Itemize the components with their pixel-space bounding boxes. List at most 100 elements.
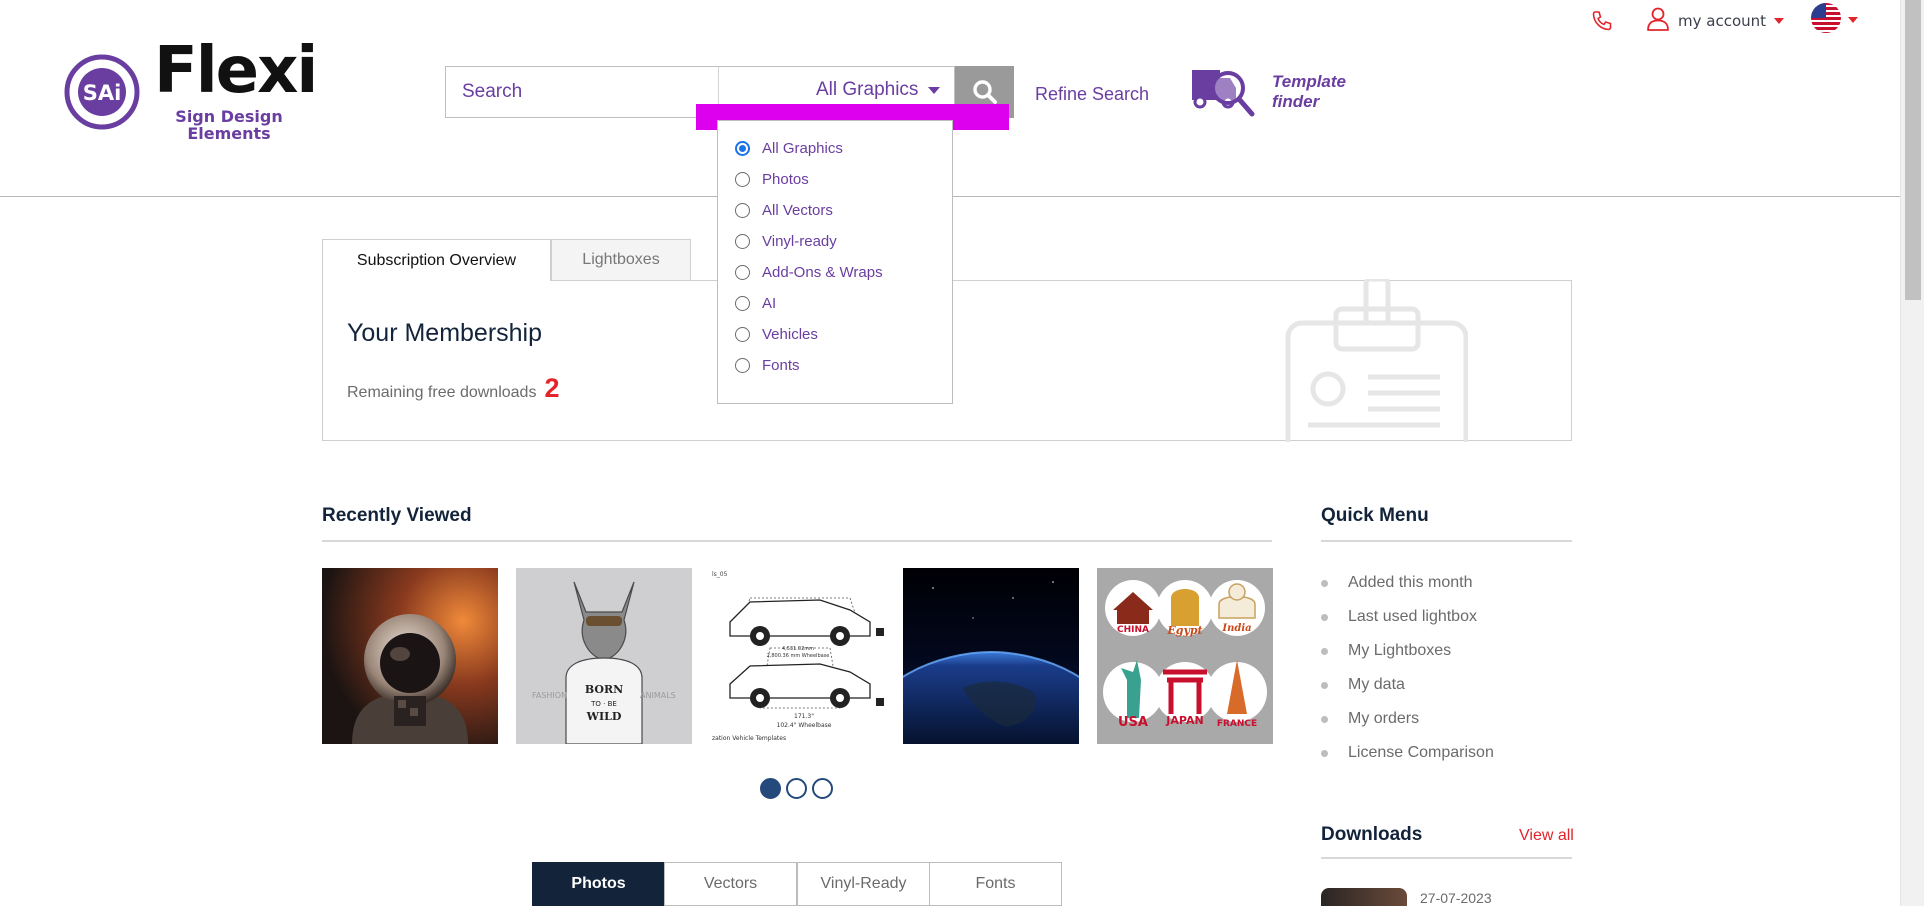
search-input[interactable] <box>462 67 712 117</box>
category-option-all-vectors[interactable]: All Vectors <box>718 195 952 226</box>
chevron-down-icon <box>1848 17 1858 23</box>
quick-menu-list: Added this month Last used lightbox My L… <box>1321 566 1494 770</box>
svg-text:India: India <box>1221 623 1251 634</box>
tab-fonts[interactable]: Fonts <box>929 862 1062 906</box>
svg-text:TO · BE: TO · BE <box>590 700 617 708</box>
svg-text:BORN: BORN <box>585 683 623 696</box>
svg-text:zation Vehicle Templates: zation Vehicle Templates <box>712 735 786 742</box>
downloads-title: Downloads <box>1321 824 1423 845</box>
phone-icon[interactable] <box>1590 8 1616 34</box>
radio[interactable] <box>735 265 750 280</box>
category-option-all-graphics[interactable]: All Graphics <box>718 133 952 164</box>
radio[interactable] <box>735 234 750 249</box>
radio-selected[interactable] <box>735 141 750 156</box>
download-thumbnail[interactable] <box>1321 888 1407 906</box>
carousel-pagination <box>760 778 833 799</box>
my-account-menu[interactable]: my account <box>1646 6 1785 36</box>
remaining-downloads-count: 2 <box>544 373 560 403</box>
category-option-ai[interactable]: AI <box>718 288 952 319</box>
radio[interactable] <box>735 327 750 342</box>
carousel-dot-1[interactable] <box>760 778 781 799</box>
svg-text:ls_05: ls_05 <box>712 571 728 578</box>
quick-menu-item[interactable]: My data <box>1321 668 1494 702</box>
radio[interactable] <box>735 296 750 311</box>
category-select-value: All Graphics <box>816 79 919 100</box>
chevron-down-icon <box>1774 18 1785 24</box>
svg-text:WILD: WILD <box>586 710 622 723</box>
quick-menu-item[interactable]: My orders <box>1321 702 1494 736</box>
membership-title: Your Membership <box>347 319 543 347</box>
svg-text:102.4" Wheelbase: 102.4" Wheelbase <box>777 722 832 729</box>
svg-text:2,800.36 mm Wheelbase: 2,800.36 mm Wheelbase <box>767 653 830 659</box>
category-option-add-ons-wraps[interactable]: Add-Ons & Wraps <box>718 257 952 288</box>
carousel-dot-2[interactable] <box>786 778 807 799</box>
logo-subtitle: Sign Design Elements <box>175 107 283 143</box>
thumbnail-wolf[interactable]: BORN TO · BE WILD FASHION ANIMALS <box>516 568 692 744</box>
bullet-icon <box>1321 579 1328 587</box>
tab-vectors[interactable]: Vectors <box>664 862 797 906</box>
downloads-view-all-link[interactable]: View all <box>1519 827 1574 845</box>
bullet-icon <box>1321 749 1328 757</box>
tab-subscription-overview[interactable]: Subscription Overview <box>322 239 551 281</box>
bullet-icon <box>1321 613 1328 621</box>
svg-text:FRANCE: FRANCE <box>1217 719 1257 729</box>
chevron-down-icon <box>928 86 941 94</box>
language-selector[interactable] <box>1810 2 1858 38</box>
category-option-vinyl-ready[interactable]: Vinyl-ready <box>718 226 952 257</box>
bullet-icon <box>1321 715 1328 723</box>
recently-viewed-title: Recently Viewed <box>322 505 472 526</box>
bullet-icon <box>1321 681 1328 689</box>
svg-text:Egypt: Egypt <box>1166 624 1202 637</box>
category-option-fonts[interactable]: Fonts <box>718 350 952 381</box>
quick-menu-item[interactable]: License Comparison <box>1321 736 1494 770</box>
radio[interactable] <box>735 203 750 218</box>
svg-text:4,531.02mm: 4,531.02mm <box>782 646 814 652</box>
user-icon <box>1646 6 1670 36</box>
radio[interactable] <box>735 358 750 373</box>
radio[interactable] <box>735 172 750 187</box>
svg-text:171.3": 171.3" <box>794 713 814 720</box>
truck-magnifier-icon <box>1192 70 1255 117</box>
thumbnail-astronaut[interactable] <box>322 568 498 744</box>
svg-text:SAi: SAi <box>83 81 122 105</box>
quick-menu-item[interactable]: Added this month <box>1321 566 1494 600</box>
template-finder-link[interactable]: Template finder <box>1190 62 1346 122</box>
my-account-label: my account <box>1678 12 1767 30</box>
tab-vinyl-ready[interactable]: Vinyl-Ready <box>797 862 930 906</box>
carousel-dot-3[interactable] <box>812 778 833 799</box>
tab-lightboxes[interactable]: Lightboxes <box>551 239 691 281</box>
sai-badge-icon: SAi <box>64 54 140 130</box>
quick-menu-divider <box>1321 540 1572 542</box>
thumbnail-vehicle-template[interactable]: ls_05 4,531.02mm 2,800.36 mm Wheelbase 1… <box>710 568 886 744</box>
download-date: 27-07-2023 <box>1420 890 1492 906</box>
search-icon <box>972 80 997 104</box>
svg-text:JAPAN: JAPAN <box>1165 714 1203 727</box>
svg-text:ANIMALS: ANIMALS <box>640 691 676 700</box>
us-flag-icon <box>1810 2 1842 38</box>
svg-text:CHINA: CHINA <box>1117 625 1149 635</box>
svg-text:USA: USA <box>1118 715 1148 730</box>
thumbnail-earth[interactable] <box>903 568 1079 744</box>
category-dropdown: All Graphics Photos All Vectors Vinyl-re… <box>717 120 953 404</box>
tab-photos[interactable]: Photos <box>532 862 665 906</box>
recently-viewed-divider <box>322 540 1272 542</box>
quick-menu-title: Quick Menu <box>1321 505 1429 526</box>
remaining-downloads-label: Remaining free downloads <box>347 384 537 401</box>
remaining-downloads: Remaining free downloads 2 <box>347 373 559 404</box>
svg-text:FASHION: FASHION <box>532 691 567 700</box>
scrollbar-thumb[interactable] <box>1905 0 1921 300</box>
refine-search-link[interactable]: Refine Search <box>1035 84 1149 105</box>
bullet-icon <box>1321 647 1328 655</box>
id-badge-icon <box>1285 279 1468 442</box>
category-option-photos[interactable]: Photos <box>718 164 952 195</box>
thumbnail-travel-stickers[interactable]: CHINA Egypt India USA JAPAN FRANCE <box>1097 568 1273 744</box>
page-scrollbar[interactable] <box>1900 0 1924 906</box>
quick-menu-item[interactable]: My Lightboxes <box>1321 634 1494 668</box>
downloads-divider <box>1321 857 1572 859</box>
quick-menu-item[interactable]: Last used lightbox <box>1321 600 1494 634</box>
template-finder-label: Template finder <box>1272 72 1347 111</box>
category-select[interactable]: All Graphics <box>816 79 941 101</box>
category-option-vehicles[interactable]: Vehicles <box>718 319 952 350</box>
flexi-logo[interactable]: SAi Flexi Sign Design Elements <box>64 34 324 144</box>
logo-wordmark: Flexi <box>154 34 318 108</box>
